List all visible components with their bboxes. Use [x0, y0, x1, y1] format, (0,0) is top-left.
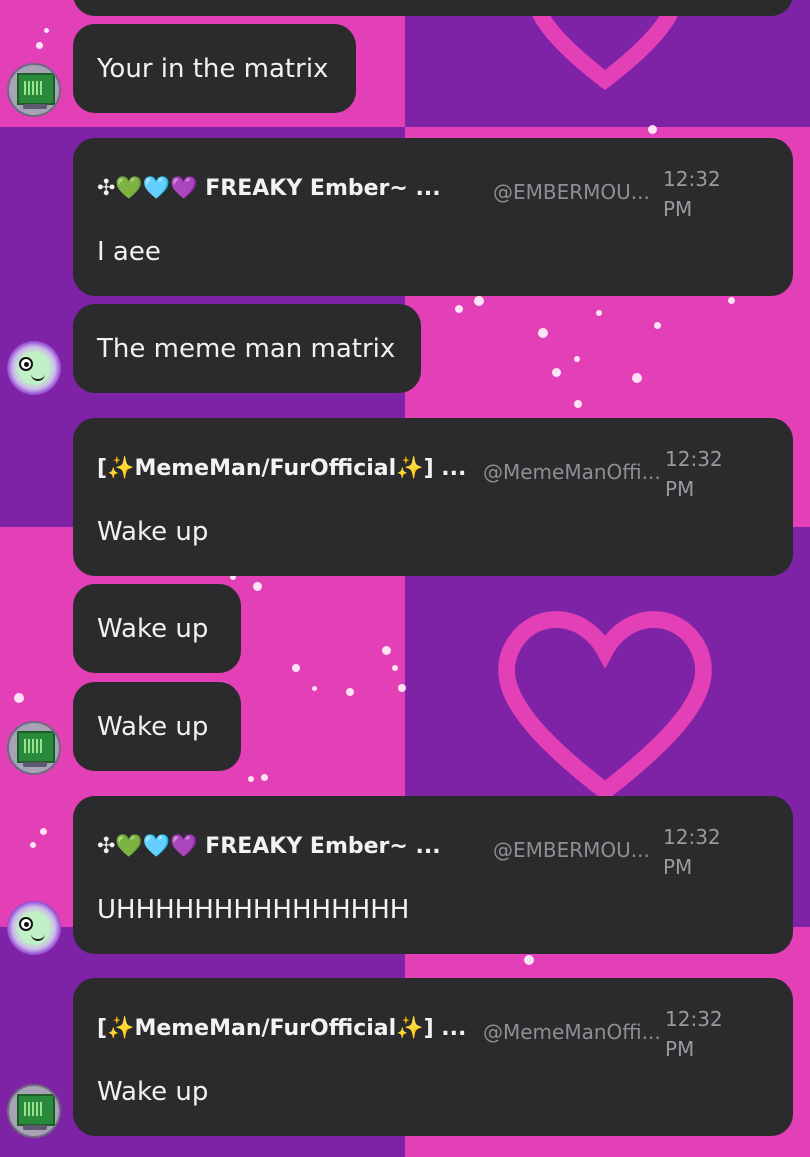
message-text: The meme man matrix [97, 333, 396, 364]
message-bubble[interactable]: The meme man matrix [73, 304, 421, 393]
reply-author-handle: @MemeManOffi... [483, 1020, 661, 1044]
message-bubble[interactable]: Your in the matrix [73, 24, 356, 113]
reply-message-bubble[interactable]: ✣💚🩵💜 FREAKY Ember~ ... @EMBERMOU... 12:3… [73, 796, 793, 954]
reply-message-bubble[interactable]: ✣💚🩵💜 FREAKY Ember~ ... @EMBERMOU... 12:3… [73, 138, 793, 296]
message-text: Your in the matrix [97, 53, 329, 84]
reply-author-handle: @EMBERMOU... [493, 180, 650, 204]
chat-log: Your in the matrix ✣💚🩵💜 FREAKY Ember~ ..… [0, 0, 810, 1157]
reply-author-name[interactable]: ✣💚🩵💜 FREAKY Ember~ ... [97, 176, 441, 201]
avatar[interactable] [7, 721, 61, 775]
avatar[interactable] [7, 1084, 61, 1138]
message-bubble[interactable]: Wake up [73, 584, 241, 673]
avatar[interactable] [7, 341, 61, 395]
message-bubble-partial[interactable] [73, 0, 793, 16]
message-bubble[interactable]: Wake up [73, 682, 241, 771]
message-text: Wake up [97, 613, 209, 644]
message-text: Wake up [97, 711, 209, 742]
message-timestamp: 12:32 PM [663, 167, 721, 221]
message-timestamp: 12:32 PM [665, 447, 723, 501]
message-timestamp: 12:32 PM [665, 1007, 723, 1061]
reply-quoted-text: Wake up [97, 517, 209, 547]
reply-author-name[interactable]: ✣💚🩵💜 FREAKY Ember~ ... [97, 834, 441, 859]
reply-quoted-text: Wake up [97, 1077, 209, 1107]
avatar[interactable] [7, 901, 61, 955]
message-timestamp: 12:32 PM [663, 825, 721, 879]
reply-author-handle: @EMBERMOU... [493, 838, 650, 862]
reply-quoted-text: I aee [97, 237, 161, 267]
reply-author-name[interactable]: [✨MemeMan/FurOfficial✨] ... [97, 456, 466, 481]
reply-author-name[interactable]: [✨MemeMan/FurOfficial✨] ... [97, 1016, 466, 1041]
reply-quoted-text: UHHHHHHHHHHHHHHH [97, 895, 410, 925]
avatar[interactable] [7, 63, 61, 117]
reply-message-bubble[interactable]: [✨MemeMan/FurOfficial✨] ... @MemeManOffi… [73, 418, 793, 576]
reply-message-bubble[interactable]: [✨MemeMan/FurOfficial✨] ... @MemeManOffi… [73, 978, 793, 1136]
reply-author-handle: @MemeManOffi... [483, 460, 661, 484]
